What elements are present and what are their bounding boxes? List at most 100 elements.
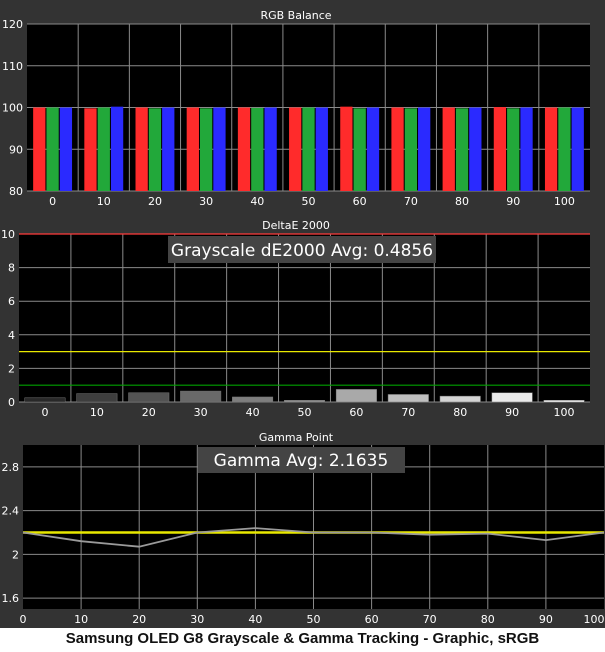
rgb-balance-panel: RGB Balance 80 90 100 110 120 0 10 20 30 40 50 60 7… [2, 9, 590, 208]
rgb-bar-red [186, 107, 199, 191]
p3-y-tick-label: 2.4 [2, 505, 20, 518]
p3-x-tick-label: 50 [307, 613, 321, 626]
gamma-title: Gamma Point [259, 431, 334, 444]
rgb-bar-red [391, 107, 404, 191]
p1-x-tick-label: 10 [97, 195, 111, 208]
p2-x-tick-label: 90 [505, 406, 519, 419]
rgb-bar-red [135, 107, 148, 191]
deltae-bar [128, 392, 170, 403]
p1-x-tick-label: 0 [49, 195, 56, 208]
rgb-bar-blue [162, 107, 175, 191]
rgb-bar-green [353, 108, 366, 191]
rgb-bar-red [289, 107, 302, 191]
p2-y-tick-label: 0 [8, 396, 15, 409]
p1-y-tick-label: 90 [9, 143, 23, 156]
rgb-bar-green [199, 108, 213, 191]
p1-x-tick-label: 80 [455, 195, 469, 208]
rgb-bar-blue [110, 106, 124, 191]
p2-x-tick-label: 100 [554, 406, 575, 419]
gamma-panel: Gamma Point 1.6 2 2.4 2.8 0 10 20 30 40 50 60 70 80… [2, 431, 605, 626]
deltae-panel: DeltaE 2000 0 2 4 6 8 10 0 10 20 30 40 50 60 70 80 90 1… [1, 219, 590, 419]
rgb-bar-blue [59, 107, 73, 191]
p3-x-tick-label: 40 [248, 613, 262, 626]
p3-y-tick-label: 2.8 [2, 461, 20, 474]
p2-y-tick-label: 2 [8, 362, 15, 375]
rgb-balance-title: RGB Balance [260, 9, 331, 22]
rgb-bar-red [493, 107, 507, 191]
deltae-bar [232, 396, 274, 403]
rgb-bar-blue [469, 107, 482, 191]
rgb-bar-green [251, 107, 264, 191]
rgb-bar-blue [571, 107, 584, 191]
deltae-title: DeltaE 2000 [262, 219, 330, 232]
p2-x-tick-label: 30 [194, 406, 208, 419]
rgb-bar-green [46, 107, 59, 191]
deltae-bar [543, 400, 585, 403]
p3-x-tick-label: 70 [423, 613, 437, 626]
chart-caption: Samsung OLED G8 Grayscale & Gamma Tracki… [65, 630, 540, 647]
rgb-bar-red [33, 107, 46, 191]
p2-y-tick-label: 6 [8, 295, 15, 308]
rgb-bar-green [302, 107, 315, 191]
p3-x-tick-label: 0 [20, 613, 27, 626]
p3-x-tick-label: 20 [132, 613, 146, 626]
rgb-bar-red [544, 107, 558, 191]
p1-x-tick-label: 50 [302, 195, 316, 208]
p2-x-tick-label: 60 [349, 406, 363, 419]
rgb-bar-green [455, 108, 469, 191]
rgb-bar-red [340, 106, 353, 191]
p2-x-tick-label: 40 [246, 406, 260, 419]
p3-x-tick-label: 60 [365, 613, 379, 626]
p3-x-tick-label: 30 [190, 613, 204, 626]
p2-y-tick-label: 4 [8, 329, 15, 342]
deltae-bar [76, 393, 118, 403]
rgb-bar-blue [264, 107, 277, 191]
p3-x-tick-label: 10 [74, 613, 88, 626]
p1-y-tick-label: 80 [9, 185, 23, 198]
p3-y-tick-label: 2 [12, 548, 19, 561]
p2-x-tick-label: 70 [401, 406, 415, 419]
rgb-bar-red [84, 108, 97, 191]
p2-y-tick-label: 10 [1, 228, 15, 241]
deltae-bar [491, 392, 533, 403]
gamma-banner: Gamma Avg: 2.1635 [214, 451, 389, 471]
p1-y-tick-label: 120 [2, 18, 23, 31]
rgb-bar-green [148, 108, 162, 191]
p2-x-tick-label: 0 [41, 406, 48, 419]
p1-x-tick-label: 40 [250, 195, 264, 208]
p1-x-tick-label: 90 [506, 195, 520, 208]
p2-x-tick-label: 10 [90, 406, 104, 419]
rgb-bar-green [404, 108, 418, 191]
deltae-bar [284, 400, 325, 403]
p3-x-tick-label: 100 [584, 613, 605, 626]
rgb-bar-blue [213, 107, 226, 191]
rgb-bar-red [442, 107, 455, 191]
p1-x-tick-label: 30 [199, 195, 213, 208]
rgb-bar-blue [366, 107, 380, 191]
rgb-bar-blue [418, 107, 431, 191]
p3-x-tick-label: 80 [481, 613, 495, 626]
p1-x-tick-label: 60 [353, 195, 367, 208]
p3-x-tick-label: 90 [539, 613, 553, 626]
rgb-bar-green [97, 107, 110, 191]
p1-y-tick-label: 110 [2, 60, 23, 73]
deltae-bar [335, 389, 377, 403]
rgb-bar-green [558, 107, 571, 191]
p2-x-tick-label: 80 [453, 406, 467, 419]
deltae-bar [180, 390, 222, 403]
rgb-balance-bars [33, 106, 584, 191]
rgb-bar-red [237, 107, 251, 191]
chart-panels: RGB Balance 8090100110120 0 10 20 30 40 50 60 7… [0, 0, 605, 628]
deltae-bar [24, 397, 66, 403]
deltae-bar [387, 394, 429, 403]
p1-y-tick-label: 100 [2, 102, 23, 115]
p1-x-tick-label: 100 [554, 195, 575, 208]
rgb-bar-blue [315, 107, 328, 191]
deltae-bar [439, 395, 481, 403]
deltae-banner: Grayscale dE2000 Avg: 0.4856 [171, 241, 433, 261]
p3-y-tick-label: 1.6 [2, 592, 20, 605]
p2-x-tick-label: 50 [298, 406, 312, 419]
p2-x-tick-label: 20 [142, 406, 156, 419]
rgb-bar-green [507, 108, 520, 191]
p1-x-tick-label: 70 [404, 195, 418, 208]
